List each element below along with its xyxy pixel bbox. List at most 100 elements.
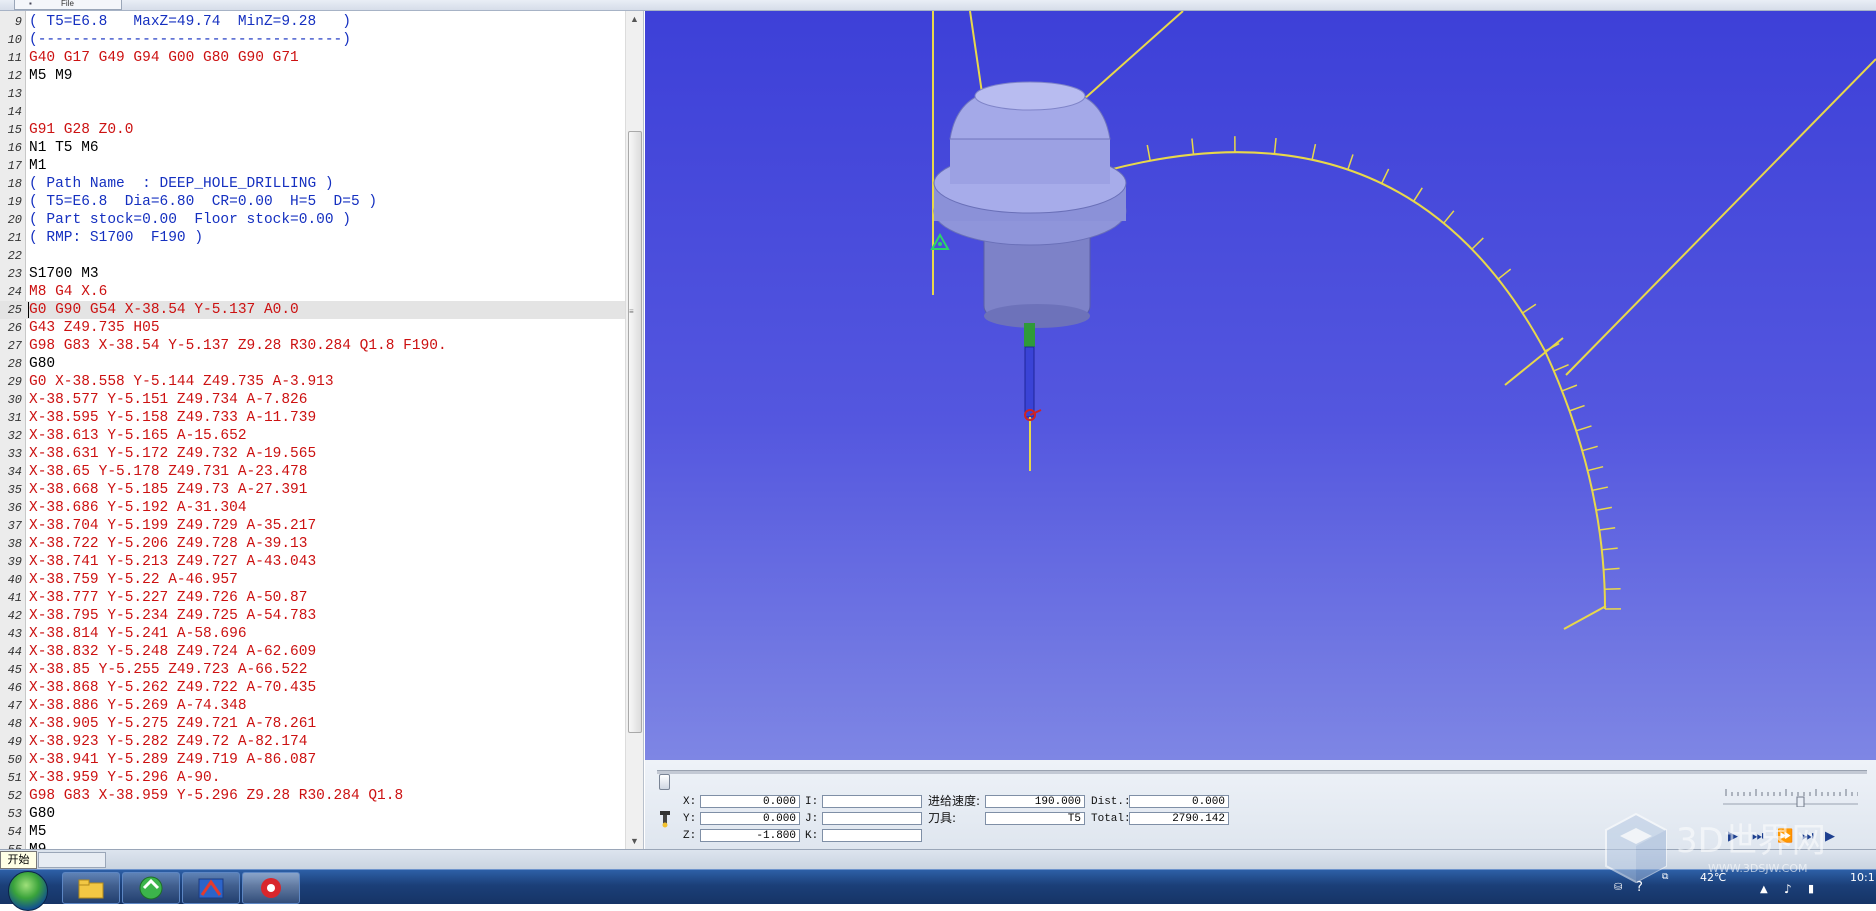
code-line[interactable]: 12M5 M9 <box>0 67 625 85</box>
code-line[interactable]: 36X-38.686 Y-5.192 A-31.304 <box>0 499 625 517</box>
code-line[interactable]: 15G91 G28 Z0.0 <box>0 121 625 139</box>
code-line[interactable]: 54M5 <box>0 823 625 841</box>
j-vector-field[interactable] <box>822 812 922 825</box>
code-line[interactable]: 38X-38.722 Y-5.206 Z49.728 A-39.13 <box>0 535 625 553</box>
code-line[interactable]: 32X-38.613 Y-5.165 A-15.652 <box>0 427 625 445</box>
line-number: 13 <box>0 85 22 103</box>
code-line[interactable]: 21( RMP: S1700 F190 ) <box>0 229 625 247</box>
code-line[interactable]: 37X-38.704 Y-5.199 Z49.729 A-35.217 <box>0 517 625 535</box>
code-line[interactable]: 39X-38.741 Y-5.213 Z49.727 A-43.043 <box>0 553 625 571</box>
folder-icon <box>63 873 119 903</box>
line-number: 25 <box>0 301 22 319</box>
line-number: 17 <box>0 157 22 175</box>
x-coordinate-field[interactable]: 0.000 <box>700 795 800 808</box>
code-line[interactable]: 47X-38.886 Y-5.269 A-74.348 <box>0 697 625 715</box>
code-line[interactable]: 43X-38.814 Y-5.241 A-58.696 <box>0 625 625 643</box>
total-field[interactable]: 2790.142 <box>1129 812 1229 825</box>
taskbar-folder-button[interactable] <box>62 872 120 904</box>
code-line[interactable]: 9( T5=E6.8 MaxZ=49.74 MinZ=9.28 ) <box>0 13 625 31</box>
simulation-timeline-slider[interactable] <box>657 770 1867 774</box>
code-line[interactable]: 19( T5=E6.8 Dia=6.80 CR=0.00 H=5 D=5 ) <box>0 193 625 211</box>
tray-network-icon[interactable]: ⛁ <box>1614 882 1622 893</box>
code-lines[interactable]: 9( T5=E6.8 MaxZ=49.74 MinZ=9.28 )10(----… <box>0 11 625 849</box>
code-line[interactable]: 16N1 T5 M6 <box>0 139 625 157</box>
nc-code-editor[interactable]: 9( T5=E6.8 MaxZ=49.74 MinZ=9.28 )10(----… <box>0 11 644 849</box>
code-line[interactable]: 50X-38.941 Y-5.289 Z49.719 A-86.087 <box>0 751 625 769</box>
code-line[interactable]: 48X-38.905 Y-5.275 Z49.721 A-78.261 <box>0 715 625 733</box>
code-line[interactable]: 22 <box>0 247 625 265</box>
code-line[interactable]: 18( Path Name : DEEP_HOLE_DRILLING ) <box>0 175 625 193</box>
code-line[interactable]: 44X-38.832 Y-5.248 Z49.724 A-62.609 <box>0 643 625 661</box>
code-text: ( Part stock=0.00 Floor stock=0.00 ) <box>29 211 351 229</box>
y-coordinate-field[interactable]: 0.000 <box>700 812 800 825</box>
code-line[interactable]: 33X-38.631 Y-5.172 Z49.732 A-19.565 <box>0 445 625 463</box>
play-next-icon[interactable]: ▶ <box>1825 828 1835 844</box>
drill-point-tick <box>1569 406 1584 411</box>
line-number: 43 <box>0 625 22 643</box>
line-number: 47 <box>0 697 22 715</box>
timeline-slider-thumb[interactable] <box>659 774 670 790</box>
document-tab[interactable]: ▪ File <box>14 0 122 10</box>
simulation-speed-slider[interactable] <box>1723 787 1858 807</box>
code-line[interactable]: 13 <box>0 85 625 103</box>
scrollbar-thumb[interactable] <box>628 131 642 733</box>
simulation-3d-viewport[interactable] <box>645 11 1876 760</box>
editor-vertical-scrollbar[interactable]: ▲ ≡ ▼ <box>625 11 643 849</box>
drill-point-tick <box>1498 269 1511 279</box>
code-line[interactable]: 27G98 G83 X-38.54 Y-5.137 Z9.28 R30.284 … <box>0 337 625 355</box>
tray-volume-icon[interactable]: ♪ <box>1784 882 1792 896</box>
code-line[interactable]: 25G0 G90 G54 X-38.54 Y-5.137 A0.0 <box>0 301 625 319</box>
status-bar: 开始 <box>0 849 1876 870</box>
code-line[interactable]: 52G98 G83 X-38.959 Y-5.296 Z9.28 R30.284… <box>0 787 625 805</box>
code-line[interactable]: 45X-38.85 Y-5.255 Z49.723 A-66.522 <box>0 661 625 679</box>
code-line[interactable]: 14 <box>0 103 625 121</box>
feed-rate-field[interactable]: 190.000 <box>985 795 1085 808</box>
code-line[interactable]: 41X-38.777 Y-5.227 Z49.726 A-50.87 <box>0 589 625 607</box>
taskbar-browser-button[interactable] <box>122 872 180 904</box>
code-line[interactable]: 51X-38.959 Y-5.296 A-90. <box>0 769 625 787</box>
line-number: 39 <box>0 553 22 571</box>
code-line[interactable]: 20( Part stock=0.00 Floor stock=0.00 ) <box>0 211 625 229</box>
code-text: X-38.722 Y-5.206 Z49.728 A-39.13 <box>29 535 307 553</box>
z-coordinate-field[interactable]: -1.800 <box>700 829 800 842</box>
code-line[interactable]: 24M8 G4 X.6 <box>0 283 625 301</box>
code-line[interactable]: 49X-38.923 Y-5.282 Z49.72 A-82.174 <box>0 733 625 751</box>
code-line[interactable]: 42X-38.795 Y-5.234 Z49.725 A-54.783 <box>0 607 625 625</box>
code-line[interactable]: 40X-38.759 Y-5.22 A-46.957 <box>0 571 625 589</box>
tray-help-icon[interactable]: ? <box>1636 880 1643 895</box>
code-line[interactable]: 26G43 Z49.735 H05 <box>0 319 625 337</box>
code-line[interactable]: 31X-38.595 Y-5.158 Z49.733 A-11.739 <box>0 409 625 427</box>
scroll-up-arrow-icon[interactable]: ▲ <box>626 11 643 27</box>
taskbar-app-button[interactable] <box>182 872 240 904</box>
fast-forward-icon[interactable]: ⏩ <box>1777 828 1793 844</box>
code-line[interactable]: 10(-----------------------------------) <box>0 31 625 49</box>
skip-to-end-icon[interactable]: ⏭ <box>1802 828 1814 844</box>
code-line[interactable]: 55M9 <box>0 841 625 849</box>
code-line[interactable]: 17M1 <box>0 157 625 175</box>
code-line[interactable]: 46X-38.868 Y-5.262 Z49.722 A-70.435 <box>0 679 625 697</box>
distance-field[interactable]: 0.000 <box>1129 795 1229 808</box>
code-text: X-38.577 Y-5.151 Z49.734 A-7.826 <box>29 391 307 409</box>
code-line[interactable]: 11G40 G17 G49 G94 G00 G80 G90 G71 <box>0 49 625 67</box>
code-line[interactable]: 53G80 <box>0 805 625 823</box>
taskbar-cnc-app-button[interactable] <box>242 872 300 904</box>
code-line[interactable]: 34X-38.65 Y-5.178 Z49.731 A-23.478 <box>0 463 625 481</box>
code-line[interactable]: 23S1700 M3 <box>0 265 625 283</box>
step-forward-icon[interactable]: ⏭ <box>1752 828 1764 844</box>
tray-expand-icon[interactable]: ▲ <box>1760 884 1768 895</box>
start-button[interactable] <box>8 871 48 911</box>
code-text: G80 <box>29 355 55 373</box>
windows-taskbar: ⛁ ? ⧉ 42℃ ▲ ♪ ▮ 10:1 <box>0 869 1876 904</box>
scroll-down-arrow-icon[interactable]: ▼ <box>626 833 643 849</box>
code-line[interactable]: 29G0 X-38.558 Y-5.144 Z49.735 A-3.913 <box>0 373 625 391</box>
tray-signal-icon[interactable]: ▮ <box>1808 882 1814 895</box>
drill-point-tick <box>1414 188 1423 201</box>
code-line[interactable]: 28G80 <box>0 355 625 373</box>
i-vector-field[interactable] <box>822 795 922 808</box>
code-line[interactable]: 35X-38.668 Y-5.185 Z49.73 A-27.391 <box>0 481 625 499</box>
play-forward-icon[interactable]: ▶ <box>1728 828 1738 844</box>
code-line[interactable]: 30X-38.577 Y-5.151 Z49.734 A-7.826 <box>0 391 625 409</box>
tray-display-icon[interactable]: ⧉ <box>1662 872 1668 882</box>
tool-field[interactable]: T5 <box>985 812 1085 825</box>
k-vector-field[interactable] <box>822 829 922 842</box>
